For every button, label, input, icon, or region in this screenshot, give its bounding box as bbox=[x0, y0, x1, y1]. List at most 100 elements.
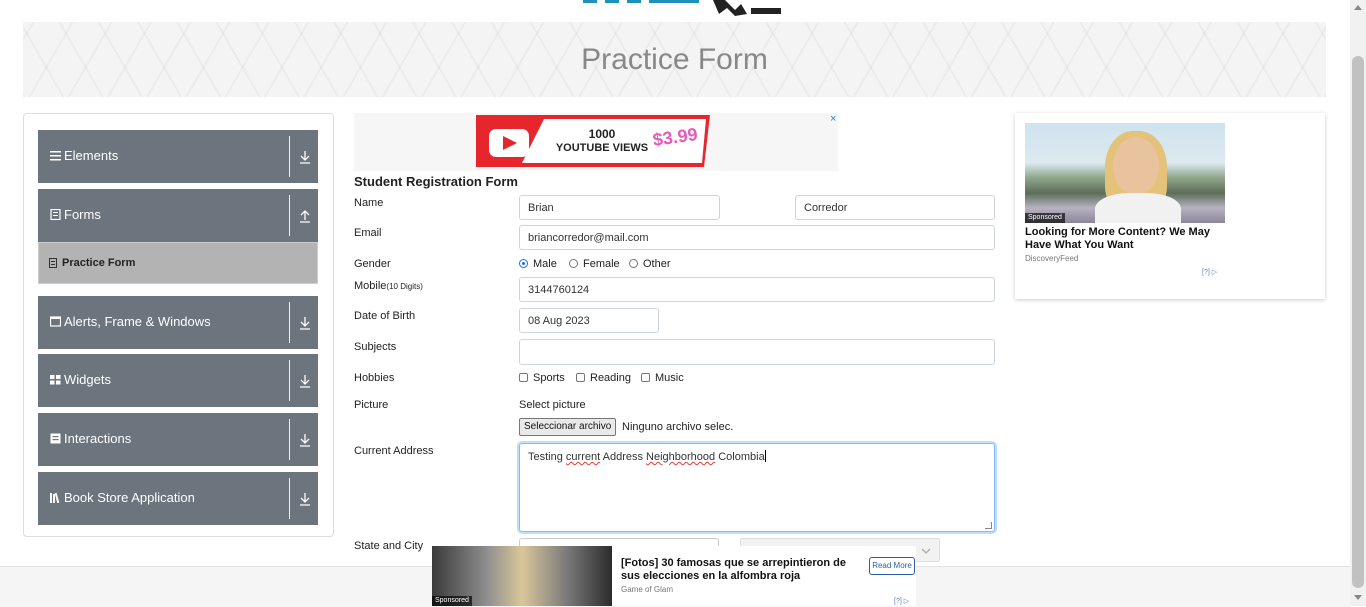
ad-views-text: YOUTUBE VIEWS bbox=[556, 142, 648, 154]
current-address-textarea[interactable]: Testing current Address Neighborhood Col… bbox=[519, 443, 995, 532]
window-icon bbox=[50, 316, 61, 327]
hobby-checkbox-music[interactable]: Music bbox=[641, 372, 684, 384]
youtube-views-ad-graphic: 1000 YOUTUBE VIEWS $3.99 bbox=[476, 115, 710, 167]
gender-radio-female[interactable]: Female bbox=[569, 258, 620, 270]
scroll-down-icon[interactable] bbox=[1354, 595, 1362, 600]
last-name-input[interactable]: Corredor bbox=[795, 195, 995, 220]
ad-info-text: [?] bbox=[1202, 269, 1210, 276]
bottom-advertisement[interactable]: Sponsored [Fotos] 30 famosas que se arre… bbox=[432, 546, 916, 606]
ad-photo-shirt bbox=[1095, 193, 1181, 223]
ad-info-icon[interactable]: [?] ▷ bbox=[1202, 268, 1217, 276]
gender-radio-other[interactable]: Other bbox=[629, 258, 671, 270]
arrow-down-icon[interactable] bbox=[299, 374, 311, 388]
divider bbox=[289, 478, 290, 519]
sidebar-group-book-store[interactable]: Book Store Application bbox=[38, 472, 318, 525]
radio-icon bbox=[629, 259, 638, 268]
divider bbox=[289, 360, 290, 401]
hobbies-label: Hobbies bbox=[354, 372, 395, 384]
sidebar-item-practice-form[interactable]: Practice Form bbox=[38, 242, 318, 284]
subjects-input[interactable] bbox=[519, 339, 995, 365]
hobby-checkbox-sports[interactable]: Sports bbox=[519, 372, 565, 384]
sidebar-group-label: Forms bbox=[64, 207, 101, 222]
email-label: Email bbox=[354, 227, 382, 239]
sponsored-badge: Sponsored bbox=[432, 596, 472, 606]
ad-count-text: 1000 bbox=[589, 127, 616, 141]
right-advertisement[interactable]: Sponsored bbox=[1015, 113, 1325, 299]
ad-photo-face bbox=[1113, 137, 1159, 195]
site-logo[interactable] bbox=[575, 0, 785, 16]
hamburger-icon bbox=[50, 151, 61, 161]
arrow-down-icon[interactable] bbox=[299, 150, 311, 164]
address-word-misspelled: Neighborhood bbox=[646, 451, 716, 463]
address-word-misspelled: current bbox=[565, 451, 601, 463]
date-of-birth-input[interactable]: 08 Aug 2023 bbox=[519, 308, 659, 333]
choose-file-button[interactable]: Seleccionar archivo bbox=[519, 418, 617, 436]
divider bbox=[289, 136, 290, 177]
ad-headline[interactable]: [Fotos] 30 famosas que se arrepintieron … bbox=[621, 557, 851, 583]
name-label: Name bbox=[354, 197, 384, 209]
books-icon bbox=[50, 492, 60, 503]
sidebar-group-label: Interactions bbox=[64, 431, 132, 446]
scrollbar-thumb[interactable] bbox=[1352, 56, 1364, 588]
ad-photo: Sponsored bbox=[1025, 123, 1225, 223]
radio-icon bbox=[569, 259, 578, 268]
arrow-down-icon[interactable] bbox=[299, 316, 311, 330]
form-title: Student Registration Form bbox=[354, 174, 518, 189]
mobile-label: Mobile(10 Digits) bbox=[354, 280, 423, 292]
page-title: Practice Form bbox=[581, 43, 768, 76]
ad-info-icon[interactable]: [?] ▷ bbox=[894, 597, 909, 605]
state-city-label: State and City bbox=[354, 540, 424, 552]
divider bbox=[289, 419, 290, 460]
mobile-label-text: Mobile bbox=[354, 280, 387, 292]
sidebar-group-label: Book Store Application bbox=[64, 490, 195, 505]
divider bbox=[289, 195, 290, 236]
hobby-label: Reading bbox=[590, 372, 631, 384]
text-cursor bbox=[764, 450, 766, 462]
mobile-input[interactable]: 3144760124 bbox=[519, 277, 995, 302]
scroll-up-icon[interactable] bbox=[1354, 5, 1362, 10]
sidebar-group-widgets[interactable]: Widgets bbox=[38, 354, 318, 407]
top-advertisement[interactable]: 1000 YOUTUBE VIEWS $3.99 bbox=[354, 113, 838, 171]
sidebar-panel: Elements Forms Practice Form Alerts, Fra… bbox=[23, 113, 334, 537]
checkbox-icon bbox=[519, 373, 528, 382]
dob-label: Date of Birth bbox=[354, 310, 416, 322]
gender-radio-male[interactable]: Male bbox=[519, 258, 557, 270]
hobby-checkbox-reading[interactable]: Reading bbox=[576, 372, 631, 384]
subjects-label: Subjects bbox=[354, 341, 397, 353]
address-word: Colombia bbox=[718, 451, 765, 463]
picture-label: Picture bbox=[354, 399, 389, 411]
first-name-input[interactable]: Brian bbox=[519, 195, 720, 220]
gender-option-label: Female bbox=[583, 258, 620, 270]
close-icon[interactable]: × bbox=[830, 113, 836, 125]
sidebar-group-alerts[interactable]: Alerts, Frame & Windows bbox=[38, 296, 318, 349]
current-address-label: Current Address bbox=[354, 445, 434, 457]
radio-selected-icon bbox=[519, 259, 528, 268]
arrow-down-icon[interactable] bbox=[299, 433, 311, 447]
file-status-text: Ninguno archivo selec. bbox=[622, 421, 734, 433]
chevron-down-icon bbox=[921, 548, 931, 554]
vertical-scrollbar[interactable] bbox=[1350, 0, 1366, 606]
list-icon bbox=[50, 433, 61, 444]
sidebar-group-elements[interactable]: Elements bbox=[38, 130, 318, 183]
sidebar-group-interactions[interactable]: Interactions bbox=[38, 413, 318, 466]
arrow-up-icon[interactable] bbox=[299, 209, 311, 223]
email-input[interactable]: briancorredor@mail.com bbox=[519, 225, 995, 250]
grid-icon bbox=[50, 375, 61, 385]
page-header-banner: Practice Form bbox=[23, 22, 1326, 97]
read-more-button[interactable]: Read More bbox=[869, 557, 915, 575]
gender-option-label: Male bbox=[533, 258, 557, 270]
ad-headline[interactable]: Looking for More Content? We May Have Wh… bbox=[1025, 226, 1225, 252]
address-word: Testing bbox=[528, 451, 563, 463]
sidebar-group-label: Widgets bbox=[64, 372, 111, 387]
arrow-down-icon[interactable] bbox=[299, 492, 311, 506]
ad-photo: Sponsored bbox=[432, 546, 612, 606]
hobby-label: Sports bbox=[533, 372, 565, 384]
checkbox-icon bbox=[641, 373, 650, 382]
mobile-hint: (10 Digits) bbox=[386, 282, 423, 291]
document-icon bbox=[50, 209, 61, 220]
sidebar-group-forms[interactable]: Forms bbox=[38, 189, 318, 242]
checkbox-icon bbox=[576, 373, 585, 382]
divider bbox=[289, 302, 290, 343]
sponsored-badge: Sponsored bbox=[1025, 213, 1065, 223]
resize-handle-icon[interactable] bbox=[985, 522, 992, 529]
